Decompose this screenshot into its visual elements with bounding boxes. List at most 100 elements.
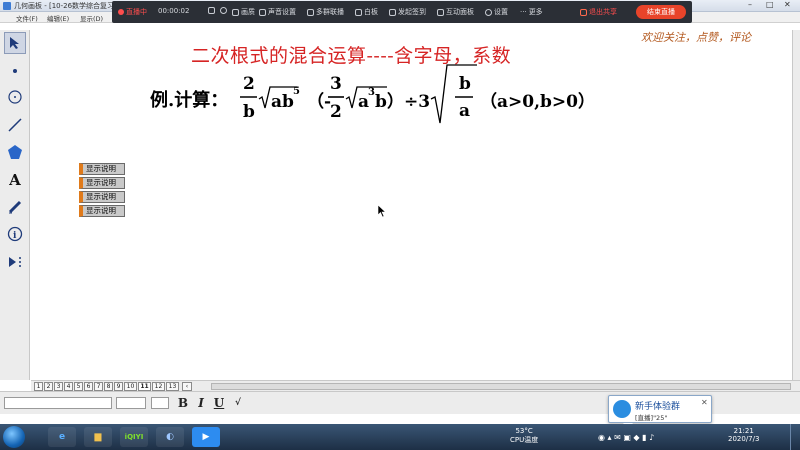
formula-label: 例.计算： (150, 89, 228, 111)
compass-tool-icon[interactable] (4, 86, 26, 108)
panel-icon (437, 8, 444, 16)
ie-browser-icon[interactable]: e (48, 427, 76, 447)
minimize-icon[interactable]: – (748, 0, 752, 10)
frac3-denominator: a (459, 101, 470, 121)
geometry-sketchpad-icon[interactable]: ◐ (156, 427, 184, 447)
video-app-icon[interactable]: ▶ (192, 427, 220, 447)
page-tab[interactable]: 1 (34, 382, 43, 391)
clock[interactable]: 21:21 2020/7/3 (728, 427, 759, 443)
location-icon (389, 8, 396, 16)
show-desktop-button[interactable] (790, 424, 800, 450)
start-button-icon[interactable] (3, 426, 25, 448)
radical2-exponent: 3 (368, 87, 375, 98)
end-live-button[interactable]: 结束直播 (636, 5, 686, 19)
page-tab[interactable]: 12 (152, 382, 165, 391)
math-formula: 例.计算： 2 b ab 5 （- 3 2 a 3 b ）÷3 b a （a>0… (150, 64, 595, 124)
windows-taskbar: e ▆ iQIYI ◐ ▶ 53°C CPU温度 ◉ ▴ ✉ ▣ ◆ ▮ ♪ 2… (0, 424, 800, 450)
page-tab[interactable]: 9 (114, 382, 123, 391)
show-explanation-button[interactable]: 显示说明 (79, 177, 125, 189)
radical1-base: ab (271, 92, 294, 112)
point-tool-icon[interactable] (4, 60, 26, 82)
multi-group-button[interactable]: 多群联播 (307, 7, 344, 17)
italic-button[interactable]: I (194, 395, 208, 411)
whiteboard-button[interactable]: 白板 (355, 7, 378, 17)
screen: 几何画板 - [10-26数学综合复习...] – □ ✕ 文件(F) 编辑(E… (0, 0, 800, 450)
maximize-icon[interactable]: □ (766, 0, 774, 10)
menu-file[interactable]: 文件(F) (16, 13, 38, 23)
custom-tool-icon[interactable] (4, 251, 26, 273)
marker-tool-icon[interactable] (4, 196, 26, 218)
page-tab[interactable]: 13 (166, 382, 179, 391)
iqiyi-icon[interactable]: iQIYI (120, 427, 148, 447)
sign-in-button[interactable]: 发起签到 (389, 7, 426, 17)
clock-time: 21:21 (733, 427, 754, 435)
page-tab[interactable]: 4 (64, 382, 73, 391)
paren-close-divide: ）÷3 (387, 91, 430, 112)
settings-button[interactable]: 设置 (485, 7, 508, 17)
polygon-tool-icon[interactable] (4, 141, 26, 163)
bold-button[interactable]: B (176, 395, 190, 411)
color-swatch[interactable] (151, 397, 169, 409)
show-explanation-button[interactable]: 显示说明 (79, 191, 125, 203)
clock-date: 2020/7/3 (728, 435, 760, 443)
info-tool-icon[interactable]: i (4, 223, 26, 245)
frac1-numerator: 2 (243, 74, 255, 94)
notification-title: 新手体验群 (635, 402, 681, 412)
microphone-icon (259, 8, 266, 16)
refresh-icon[interactable] (220, 7, 227, 14)
exit-icon (580, 8, 587, 16)
math-symbol-icon[interactable]: √ (230, 395, 246, 411)
group-chat-icon (613, 400, 631, 418)
frac2-numerator: 3 (330, 74, 342, 94)
more-button[interactable]: ··· 更多 (520, 7, 543, 17)
whiteboard-icon (355, 8, 362, 16)
menu-edit[interactable]: 编辑(E) (47, 13, 69, 23)
camera-icon (232, 8, 239, 16)
page-tab-active[interactable]: 11 (138, 382, 151, 391)
live-status: 直播中 (118, 7, 147, 17)
wifi-icon (208, 7, 215, 14)
show-explanation-button[interactable]: 显示说明 (79, 205, 125, 217)
page-tab[interactable]: 3 (54, 382, 63, 391)
notification-close-icon[interactable]: ✕ (701, 398, 708, 407)
audio-settings-button[interactable]: 声音设置 (259, 7, 296, 17)
text-tool-icon[interactable]: A (4, 169, 26, 191)
app-icon (3, 2, 11, 10)
menu-display[interactable]: 显示(D) (80, 13, 103, 23)
tray-icons[interactable]: ◉ ▴ ✉ ▣ ◆ ▮ ♪ (598, 433, 654, 442)
sketch-canvas[interactable]: 欢迎关注，点赞，评论 二次根式的混合运算----含字母，系数 例.计算： 2 b… (31, 23, 800, 380)
temperature-value: 53°C (515, 427, 533, 435)
page-tab[interactable]: 6 (84, 382, 93, 391)
frac3-numerator: b (459, 74, 471, 94)
underline-button[interactable]: U (212, 395, 226, 411)
font-select[interactable] (4, 397, 112, 409)
page-tab[interactable]: 2 (44, 382, 53, 391)
vertical-scrollbar[interactable] (792, 30, 800, 380)
window-title: 几何画板 - [10-26数学综合复习...] (14, 2, 124, 10)
group-notification[interactable]: 新手体验群 [直播]"25" ✕ (608, 395, 712, 429)
page-tab[interactable]: 10 (124, 382, 137, 391)
file-explorer-icon[interactable]: ▆ (84, 427, 112, 447)
page-tab[interactable]: 7 (94, 382, 103, 391)
page-tab[interactable]: 8 (104, 382, 113, 391)
live-dot-icon (118, 9, 124, 15)
show-explanation-button[interactable]: 显示说明 (79, 163, 125, 175)
exit-share-button[interactable]: 退出共享 (580, 7, 617, 17)
arrow-tool-icon[interactable] (4, 32, 26, 54)
line-tool-icon[interactable] (4, 114, 26, 136)
horizontal-scrollbar[interactable] (211, 383, 791, 390)
group-icon (307, 8, 314, 16)
quality-button[interactable]: 画质 (232, 7, 255, 17)
formula-condition: （a>0,b>0） (480, 91, 595, 112)
frac1-denominator: b (243, 102, 255, 122)
frac2-denominator: 2 (330, 102, 342, 122)
page-tab[interactable]: 5 (74, 382, 83, 391)
radical1-exponent: 5 (293, 86, 300, 97)
page-tabs: 1 2 3 4 5 6 7 8 9 10 11 12 13 ‹ (31, 380, 800, 391)
svg-text:i: i (13, 231, 17, 241)
font-size-select[interactable] (116, 397, 146, 409)
tab-scroll-left-icon[interactable]: ‹ (182, 382, 192, 391)
interaction-panel-button[interactable]: 互动面板 (437, 7, 474, 17)
radical2-b: b (375, 92, 387, 112)
close-icon[interactable]: ✕ (784, 0, 791, 10)
